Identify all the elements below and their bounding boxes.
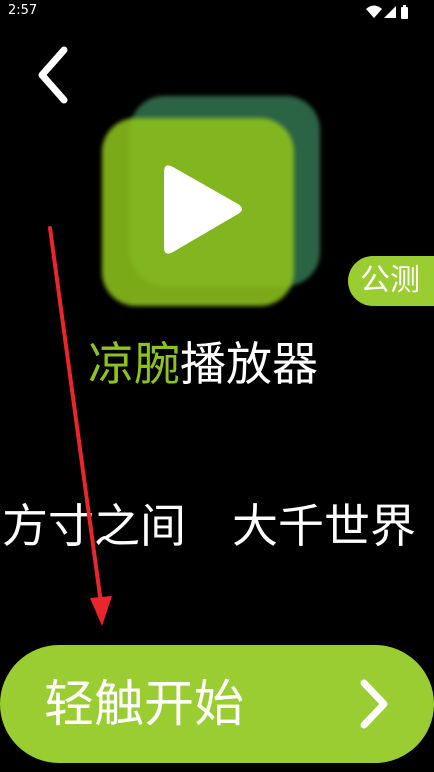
start-button[interactable]: 轻触开始 — [0, 645, 434, 763]
app-name-rest: 播放器 — [180, 337, 318, 391]
app-name-accent: 凉腕 — [88, 337, 180, 391]
slogan-text: 方寸之间 大千世界 — [2, 499, 416, 553]
start-button-label: 轻触开始 — [44, 675, 244, 733]
play-icon — [102, 96, 320, 306]
back-button[interactable] — [24, 42, 80, 108]
status-time: 2:57 — [8, 3, 38, 18]
chevron-right-icon — [360, 679, 388, 729]
status-icons-svg — [366, 5, 408, 19]
beta-badge: 公测 — [348, 256, 434, 306]
status-bar: 2:57 — [0, 0, 434, 24]
wifi-icon — [366, 5, 382, 18]
app-logo — [98, 92, 326, 314]
battery-icon — [401, 5, 408, 19]
chevron-left-icon — [38, 46, 68, 104]
signal-icon — [384, 6, 396, 18]
status-icons — [366, 4, 410, 20]
app-name: 凉腕播放器 — [88, 334, 318, 394]
